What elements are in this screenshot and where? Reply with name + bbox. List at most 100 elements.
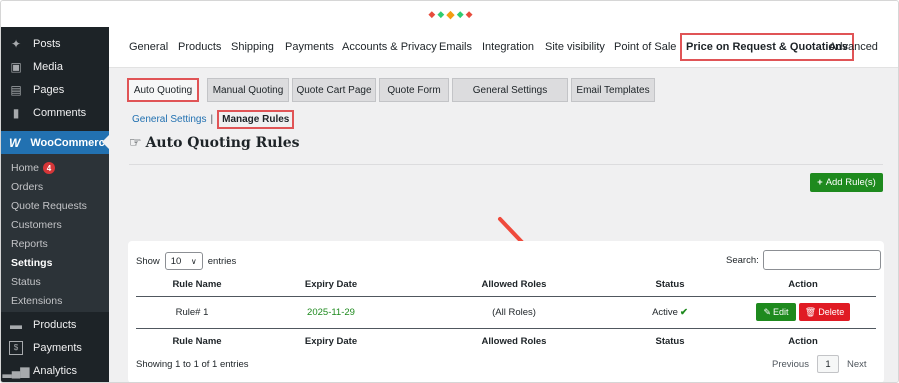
settings-nav: General Products Shipping Payments Accou… [109, 27, 898, 68]
submenu-item-status[interactable]: Status [11, 274, 41, 290]
sidebar-item-label: Products [33, 318, 77, 331]
tab-auto-quoting[interactable]: Auto Quoting [127, 78, 199, 102]
search-label: Search: [726, 254, 759, 266]
tab-quote-form[interactable]: Quote Form [379, 78, 449, 102]
trash-icon: 🗑 [804, 306, 817, 317]
submenu-item-extensions[interactable]: Extensions [11, 293, 62, 309]
nav-tab-point-of-sale[interactable]: Point of Sale [614, 41, 676, 53]
tab-email-templates[interactable]: Email Templates [571, 78, 655, 102]
nav-tab-general[interactable]: General [129, 41, 168, 53]
tab-manual-quoting[interactable]: Manual Quoting [207, 78, 289, 102]
check-icon: ✔ [679, 307, 688, 318]
pin-icon: ✦ [10, 36, 22, 51]
row-divider [136, 328, 876, 329]
header-divider [136, 296, 876, 297]
submenu-item-home[interactable]: Home 4 [11, 160, 56, 176]
sidebar-item-label: Analytics [33, 364, 78, 377]
submenu-item-customers[interactable]: Customers [11, 217, 62, 233]
submenu-item-reports[interactable]: Reports [11, 236, 48, 252]
column-header-status[interactable]: Status [655, 279, 684, 290]
column-header-allowed-roles[interactable]: Allowed Roles [482, 279, 547, 290]
sidebar-item-label: Pages [33, 83, 65, 96]
general-settings-link[interactable]: General Settings [132, 114, 207, 125]
edit-button[interactable]: ✎ Edit [756, 303, 796, 321]
tab-general-settings[interactable]: General Settings [452, 78, 568, 102]
cell-allowed-roles: (All Roles) [492, 307, 536, 318]
submenu-item-quote-requests[interactable]: Quote Requests [11, 198, 87, 214]
nav-tab-accounts-privacy[interactable]: Accounts & Privacy [342, 41, 437, 53]
table-info: Showing 1 to 1 of 1 entries [136, 359, 249, 370]
footer-header-expiry-date: Expiry Date [304, 336, 358, 347]
chevron-down-icon: ∨ [190, 256, 197, 266]
footer-header-allowed-roles: Allowed Roles [481, 336, 547, 347]
app-frame: ◆ ◆ ◆ ◆ ◆ ✦ Posts ▣ Media ▤ Pages ▮ Comments… [0, 0, 899, 383]
edit-icon: ✎ [763, 306, 772, 317]
footer-header-status: Status [655, 336, 685, 347]
admin-sidebar: ✦ Posts ▣ Media ▤ Pages ▮ Comments W Woo… [1, 27, 111, 382]
rules-table-panel: Show 10 ∨ entries Search: Rule Name Expi… [128, 241, 884, 382]
status-text: Active [652, 307, 678, 318]
table-search: Search: [726, 250, 881, 270]
cell-expiry-date: 2025-11-29 [307, 307, 355, 318]
nav-tab-site-visibility[interactable]: Site visibility [545, 41, 605, 53]
cell-status: Active ✔ [652, 307, 688, 318]
nav-tab-shipping[interactable]: Shipping [231, 41, 274, 53]
nav-tab-integration[interactable]: Integration [482, 41, 534, 53]
thumbs-up-icon: ☞ [129, 135, 142, 151]
footer-header-rule-name: Rule Name [172, 336, 222, 347]
manage-rules-link[interactable]: Manage Rules [217, 110, 295, 129]
entries-select[interactable]: 10 ∨ [164, 252, 203, 270]
tab-quote-cart-page[interactable]: Quote Cart Page [292, 78, 376, 102]
sidebar-item-pages[interactable]: ▤ Pages [1, 78, 109, 101]
nav-tab-advanced[interactable]: Advanced [829, 41, 878, 53]
entries-length-control: Show 10 ∨ entries [136, 252, 236, 270]
nav-tab-emails[interactable]: Emails [439, 41, 472, 53]
sidebar-item-label: WooCommerce [30, 136, 111, 149]
entries-value: 10 [170, 255, 182, 267]
plus-icon: + [817, 177, 823, 188]
footer-header-action: Action [788, 336, 818, 347]
sidebar-item-media[interactable]: ▣ Media [1, 55, 109, 78]
sidebar-item-products[interactable]: ▬ Products [1, 313, 109, 336]
delete-button[interactable]: 🗑 Delete [799, 303, 850, 321]
separator: | [210, 114, 214, 125]
media-icon: ▣ [10, 59, 22, 74]
column-header-rule-name[interactable]: Rule Name [172, 279, 221, 290]
previous-button[interactable]: Previous [772, 359, 809, 370]
sidebar-item-label: Comments [33, 106, 87, 119]
submenu-label: Home [11, 162, 40, 174]
main-content: General Products Shipping Payments Accou… [109, 27, 898, 382]
show-label: Show [136, 255, 160, 267]
next-button[interactable]: Next [847, 359, 867, 370]
products-icon: ▬ [10, 317, 22, 332]
sidebar-item-analytics[interactable]: ▂▄▆ Analytics [1, 359, 109, 382]
sidebar-item-label: Media [33, 60, 63, 73]
submenu-item-settings[interactable]: Settings [11, 255, 52, 271]
sidebar-item-posts[interactable]: ✦ Posts [1, 32, 109, 55]
payments-icon: $ [9, 340, 23, 355]
entries-label: entries [207, 255, 237, 267]
sidebar-item-label: Posts [33, 37, 61, 50]
page-button-1[interactable]: 1 [816, 355, 839, 373]
submenu-item-orders[interactable]: Orders [11, 179, 43, 195]
divider [129, 164, 883, 165]
delete-label: Delete [818, 307, 845, 317]
nav-tab-price-on-request[interactable]: Price on Request & Quotations [680, 33, 854, 61]
sub-navigation: General Settings | Manage Rules [132, 110, 295, 129]
nav-tab-payments[interactable]: Payments [285, 41, 334, 53]
cell-rule-name: Rule# 1 [175, 307, 209, 318]
notification-badge: 4 [43, 162, 56, 174]
active-menu-pointer [102, 135, 109, 149]
sidebar-item-payments[interactable]: $ Payments [1, 336, 109, 359]
pagination: Previous 1 Next [772, 355, 867, 373]
nav-tab-products[interactable]: Products [178, 41, 221, 53]
page-title: ☞ Auto Quoting Rules [129, 135, 300, 151]
analytics-icon: ▂▄▆ [2, 363, 30, 378]
sidebar-item-woocommerce[interactable]: W WooCommerce [1, 131, 111, 154]
search-input[interactable] [762, 250, 881, 270]
sidebar-item-comments[interactable]: ▮ Comments [1, 101, 109, 124]
column-header-expiry-date[interactable]: Expiry Date [305, 279, 357, 290]
woocommerce-icon: W [9, 135, 21, 150]
add-rule-label: Add Rule(s) [825, 177, 876, 188]
add-rule-button[interactable]: + Add Rule(s) [810, 173, 883, 192]
